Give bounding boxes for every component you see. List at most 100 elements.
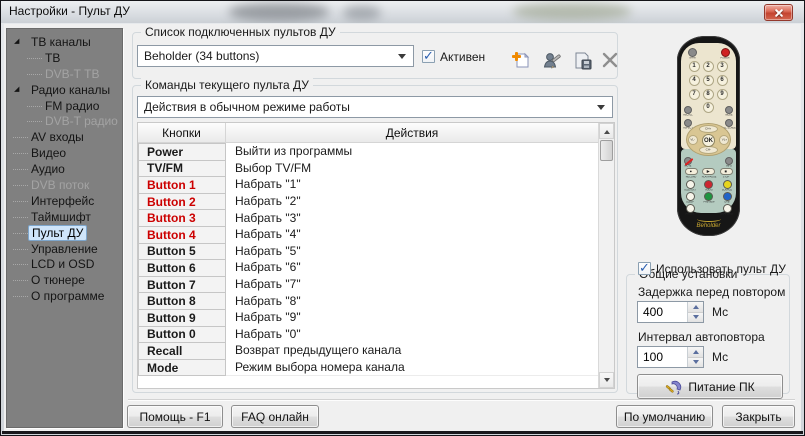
sidebar-tree[interactable]: ◢ТВ каналыТВDVB-T ТВ◢Радио каналыFM ради… bbox=[6, 28, 123, 428]
spin-up-button[interactable] bbox=[688, 347, 703, 358]
chevron-down-icon[interactable] bbox=[597, 105, 605, 114]
table-cell-button[interactable]: Button 9 bbox=[138, 309, 226, 327]
table-cell-button[interactable]: TV/FM bbox=[138, 160, 226, 178]
sidebar-item[interactable]: ◢ТВ каналы bbox=[7, 34, 122, 50]
table-cell-action[interactable]: Набрать "2" bbox=[226, 193, 598, 211]
table-cell-action[interactable]: Набрать "7" bbox=[226, 276, 598, 294]
sidebar-item[interactable]: DVB-T радио bbox=[7, 113, 122, 129]
defaults-button[interactable]: По умолчанию bbox=[616, 405, 713, 428]
scrollbar-track[interactable] bbox=[599, 162, 614, 372]
remote-select-combobox[interactable]: Beholder (34 buttons) bbox=[137, 45, 414, 67]
table-cell-action[interactable]: Набрать "4" bbox=[226, 226, 598, 244]
table-cell-button[interactable]: Button 0 bbox=[138, 326, 226, 344]
table-cell-action[interactable]: Выбор TV/FM bbox=[226, 160, 598, 178]
titlebar[interactable]: Настройки - Пульт ДУ bbox=[1, 1, 804, 23]
new-remote-button[interactable] bbox=[509, 48, 533, 72]
actions-column-header[interactable]: Действия bbox=[226, 123, 598, 142]
table-row[interactable]: ModeРежим выбора номера канала bbox=[138, 359, 598, 377]
use-remote-checkbox[interactable]: ✓ bbox=[638, 262, 651, 275]
interval-spinner[interactable] bbox=[637, 346, 704, 368]
table-cell-button[interactable]: Power bbox=[138, 143, 226, 161]
table-cell-button[interactable]: Button 6 bbox=[138, 259, 226, 277]
sidebar-item[interactable]: DVB поток bbox=[7, 177, 122, 193]
table-row[interactable]: TV/FMВыбор TV/FM bbox=[138, 160, 598, 178]
delay-input[interactable] bbox=[638, 302, 687, 322]
close-button[interactable] bbox=[764, 4, 793, 21]
help-button[interactable]: Помощь - F1 bbox=[127, 405, 223, 428]
scrollbar-thumb[interactable] bbox=[600, 140, 613, 161]
table-scrollbar[interactable] bbox=[598, 123, 614, 388]
table-body: PowerВыйти из программыTV/FMВыбор TV/FMB… bbox=[138, 143, 598, 376]
sidebar-item[interactable]: ◢Радио каналы bbox=[7, 82, 122, 98]
pc-power-button[interactable]: Питание ПК bbox=[637, 374, 783, 399]
buttons-column-header[interactable]: Кнопки bbox=[138, 123, 226, 142]
table-cell-action[interactable]: Набрать "0" bbox=[226, 326, 598, 344]
table-row[interactable]: Button 2Набрать "2" bbox=[138, 193, 598, 211]
scroll-up-button[interactable] bbox=[599, 123, 614, 139]
table-row[interactable]: Button 9Набрать "9" bbox=[138, 309, 598, 327]
sidebar-item-label: LCD и OSD bbox=[31, 257, 94, 271]
spin-down-button[interactable] bbox=[688, 313, 703, 323]
sidebar-item[interactable]: ТВ bbox=[7, 50, 122, 66]
sidebar-item[interactable]: Пульт ДУ bbox=[7, 225, 122, 241]
table-cell-action[interactable]: Выйти из программы bbox=[226, 143, 598, 161]
table-row[interactable]: Button 3Набрать "3" bbox=[138, 209, 598, 227]
active-checkbox[interactable]: ✓ bbox=[422, 50, 435, 63]
table-cell-button[interactable]: Recall bbox=[138, 342, 226, 360]
sidebar-item[interactable]: FM радио bbox=[7, 98, 122, 114]
table-cell-action[interactable]: Набрать "3" bbox=[226, 209, 598, 227]
sidebar-item[interactable]: Видео bbox=[7, 145, 122, 161]
tree-expanded-icon[interactable]: ◢ bbox=[14, 86, 19, 93]
remote-label-tvfm: TV/FM bbox=[684, 57, 700, 59]
table-row[interactable]: Button 8Набрать "8" bbox=[138, 292, 598, 310]
sidebar-item[interactable]: DVB-T ТВ bbox=[7, 66, 122, 82]
remote-label-source: SOURCE bbox=[719, 189, 735, 191]
table-cell-action[interactable]: Режим выбора номера канала bbox=[226, 359, 598, 377]
sidebar-item[interactable]: О тюнере bbox=[7, 272, 122, 288]
table-cell-button[interactable]: Mode bbox=[138, 359, 226, 377]
save-remote-button[interactable] bbox=[570, 48, 594, 72]
sidebar-item[interactable]: Аудио bbox=[7, 161, 122, 177]
tree-expanded-icon[interactable]: ◢ bbox=[14, 38, 19, 45]
delete-remote-button[interactable] bbox=[598, 48, 622, 72]
table-cell-action[interactable]: Набрать "1" bbox=[226, 176, 598, 194]
sidebar-item[interactable]: О программе bbox=[7, 288, 122, 304]
table-row[interactable]: PowerВыйти из программы bbox=[138, 143, 598, 161]
close-dialog-button[interactable]: Закрыть bbox=[722, 405, 795, 428]
remote-digit-button: 2 bbox=[703, 61, 714, 72]
edit-remote-button[interactable] bbox=[540, 48, 564, 72]
sidebar-item[interactable]: Таймшифт bbox=[7, 209, 122, 225]
table-cell-action[interactable]: Набрать "5" bbox=[226, 243, 598, 261]
table-cell-action[interactable]: Набрать "6" bbox=[226, 259, 598, 277]
table-row[interactable]: Button 5Набрать "5" bbox=[138, 243, 598, 261]
table-cell-button[interactable]: Button 3 bbox=[138, 209, 226, 227]
table-cell-action[interactable]: Набрать "9" bbox=[226, 309, 598, 327]
interval-input[interactable] bbox=[638, 347, 687, 367]
spin-up-button[interactable] bbox=[688, 302, 703, 313]
table-row[interactable]: Button 0Набрать "0" bbox=[138, 326, 598, 344]
spin-down-button[interactable] bbox=[688, 358, 703, 368]
table-cell-button[interactable]: Button 5 bbox=[138, 243, 226, 261]
table-row[interactable]: RecallВозврат предыдущего канала bbox=[138, 342, 598, 360]
chevron-down-icon[interactable] bbox=[398, 54, 406, 63]
table-row[interactable]: Button 6Набрать "6" bbox=[138, 259, 598, 277]
table-cell-button[interactable]: Button 1 bbox=[138, 176, 226, 194]
sidebar-item[interactable]: Интерфейс bbox=[7, 193, 122, 209]
table-cell-button[interactable]: Button 7 bbox=[138, 276, 226, 294]
table-row[interactable]: Button 1Набрать "1" bbox=[138, 176, 598, 194]
scroll-down-button[interactable] bbox=[599, 372, 614, 388]
faq-button[interactable]: FAQ онлайн bbox=[231, 405, 319, 428]
delay-spinner[interactable] bbox=[637, 301, 704, 323]
sidebar-item[interactable]: LCD и OSD bbox=[7, 256, 122, 272]
table-cell-button[interactable]: Button 8 bbox=[138, 292, 226, 310]
remote-preview-button bbox=[704, 192, 713, 201]
table-cell-button[interactable]: Button 2 bbox=[138, 193, 226, 211]
sidebar-item[interactable]: Управление bbox=[7, 241, 122, 257]
mode-select-combobox[interactable]: Действия в обычном режиме работы bbox=[137, 96, 613, 118]
table-cell-action[interactable]: Возврат предыдущего канала bbox=[226, 342, 598, 360]
sidebar-item[interactable]: AV входы bbox=[7, 129, 122, 145]
table-cell-button[interactable]: Button 4 bbox=[138, 226, 226, 244]
table-row[interactable]: Button 7Набрать "7" bbox=[138, 276, 598, 294]
table-cell-action[interactable]: Набрать "8" bbox=[226, 292, 598, 310]
table-row[interactable]: Button 4Набрать "4" bbox=[138, 226, 598, 244]
